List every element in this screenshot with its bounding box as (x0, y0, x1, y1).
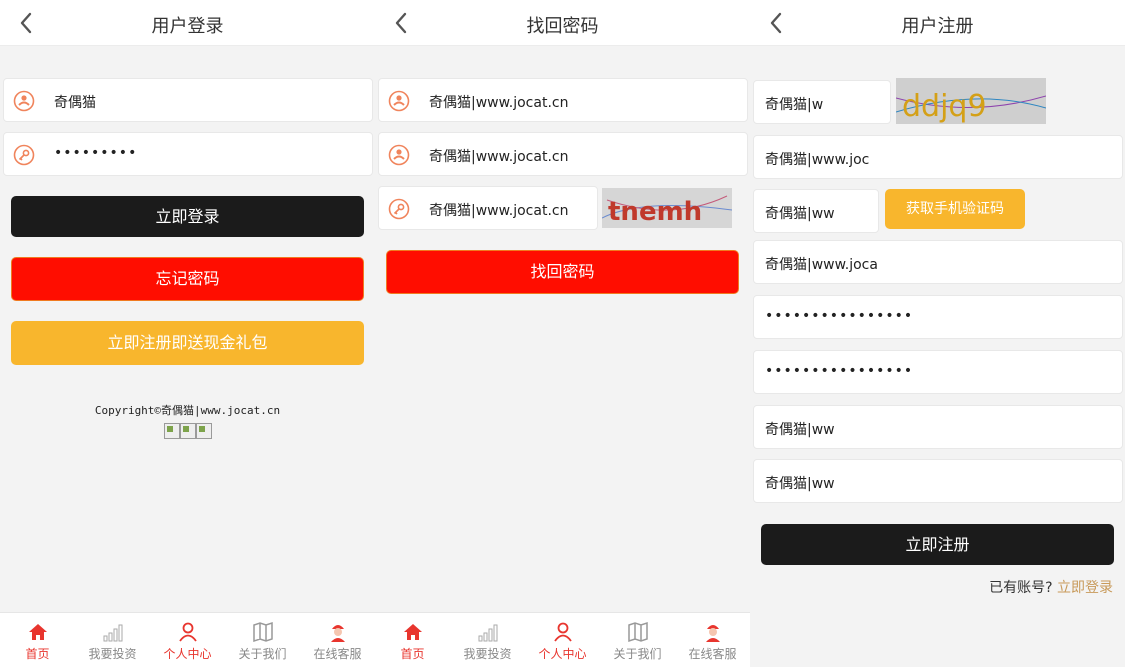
get-sms-code-button[interactable]: 获取手机验证码 (885, 189, 1025, 229)
home-icon (27, 621, 49, 643)
field-value: 奇偶猫|ww (765, 206, 835, 222)
recover-captcha-field[interactable]: 奇偶猫|www.jocat.cn (378, 186, 598, 230)
password-value: •••••••••••••••• (765, 308, 914, 324)
key-icon (13, 144, 35, 166)
tab-invest[interactable]: 我要投资 (75, 613, 150, 667)
register-field-extra-2[interactable]: 奇偶猫|ww (753, 459, 1123, 503)
register-bonus-button[interactable]: 立即注册即送现金礼包 (11, 321, 364, 365)
tab-home[interactable]: 首页 (375, 613, 450, 667)
user-icon (552, 621, 574, 643)
recover-field-2[interactable]: 奇偶猫|www.jocat.cn (378, 132, 748, 176)
have-account-row: 已有账号? 立即登录 (989, 577, 1113, 597)
broken-image-icon (180, 423, 196, 439)
field-value: 奇偶猫|w (765, 97, 824, 113)
recover-screen: 找回密码 奇偶猫|www.jocat.cn 奇偶猫|www.jocat.cn 奇… (375, 0, 750, 667)
register-submit-button[interactable]: 立即注册 (761, 524, 1114, 565)
tab-service[interactable]: 在线客服 (675, 613, 750, 667)
recover-submit-button[interactable]: 找回密码 (386, 250, 739, 294)
register-password-field[interactable]: •••••••••••••••• (753, 295, 1123, 339)
username-field[interactable]: 奇偶猫 (3, 78, 373, 122)
forgot-password-button[interactable]: 忘记密码 (11, 257, 364, 301)
register-field-name[interactable]: 奇偶猫|www.joca (753, 240, 1123, 284)
field-value: 奇偶猫|ww (765, 422, 835, 438)
register-captcha-field[interactable]: 奇偶猫|w (753, 80, 891, 124)
login-header: 用户登录 (0, 0, 375, 46)
sms-code-field[interactable]: 奇偶猫|ww (753, 189, 879, 233)
chart-bars-icon (477, 621, 499, 643)
captcha-image[interactable]: ddjq9 (896, 78, 1046, 124)
key-icon (388, 198, 410, 220)
register-password-confirm-field[interactable]: •••••••••••••••• (753, 350, 1123, 394)
field-value: 奇偶猫|www.joca (765, 257, 878, 273)
copyright-text: Copyright©奇偶猫|www.jocat.cn (94, 404, 281, 417)
field-value: 奇偶猫|ww (765, 476, 835, 492)
login-link[interactable]: 立即登录 (1057, 580, 1113, 596)
page-title: 用户登录 (151, 16, 224, 37)
recover-field-1[interactable]: 奇偶猫|www.jocat.cn (378, 78, 748, 122)
service-icon (702, 621, 724, 643)
login-button[interactable]: 立即登录 (11, 196, 364, 237)
field-value: 奇偶猫|www.jocat.cn (429, 203, 569, 219)
field-value: 奇偶猫|www.jocat.cn (429, 95, 569, 111)
tab-about[interactable]: 关于我们 (225, 613, 300, 667)
have-account-text: 已有账号? (989, 580, 1053, 596)
register-header: 用户注册 (750, 0, 1125, 46)
captcha-image[interactable]: tnemh (602, 188, 732, 228)
register-field-phone[interactable]: 奇偶猫|www.joc (753, 135, 1123, 179)
register-field-extra-1[interactable]: 奇偶猫|ww (753, 405, 1123, 449)
home-icon (402, 621, 424, 643)
map-icon (252, 621, 274, 643)
broken-image-badges (164, 423, 212, 439)
map-icon (627, 621, 649, 643)
page-title: 用户注册 (901, 16, 974, 37)
service-icon (327, 621, 349, 643)
tab-invest[interactable]: 我要投资 (450, 613, 525, 667)
bottom-tabbar: 首页 我要投资 个人中心 关于我们 在线客服 (0, 612, 375, 667)
broken-image-icon (164, 423, 180, 439)
login-screen: 用户登录 奇偶猫 ••••••••• 立即登录 忘记密码 立即注册即送现金礼包 … (0, 0, 375, 667)
password-field[interactable]: ••••••••• (3, 132, 373, 176)
chart-bars-icon (102, 621, 124, 643)
broken-image-icon (196, 423, 212, 439)
password-value: •••••••••••••••• (765, 363, 914, 379)
tab-about[interactable]: 关于我们 (600, 613, 675, 667)
user-icon (177, 621, 199, 643)
field-value: 奇偶猫|www.jocat.cn (429, 149, 569, 165)
captcha-text: ddjq9 (902, 89, 987, 124)
bottom-tabbar: 首页 我要投资 个人中心 关于我们 在线客服 (375, 612, 750, 667)
page-title: 找回密码 (526, 16, 599, 37)
tab-profile[interactable]: 个人中心 (525, 613, 600, 667)
field-value: 奇偶猫|www.joc (765, 152, 870, 168)
tab-profile[interactable]: 个人中心 (150, 613, 225, 667)
user-circle-icon (388, 90, 410, 112)
register-screen: 用户注册 奇偶猫|w ddjq9 奇偶猫|www.joc 奇偶猫|ww 获取手机… (750, 0, 1125, 667)
password-value: ••••••••• (54, 145, 138, 161)
captcha-text: tnemh (608, 197, 702, 227)
tab-home[interactable]: 首页 (0, 613, 75, 667)
user-circle-icon (13, 90, 35, 112)
tab-service[interactable]: 在线客服 (300, 613, 375, 667)
username-value: 奇偶猫 (54, 95, 96, 111)
user-circle-icon (388, 144, 410, 166)
recover-header: 找回密码 (375, 0, 750, 46)
